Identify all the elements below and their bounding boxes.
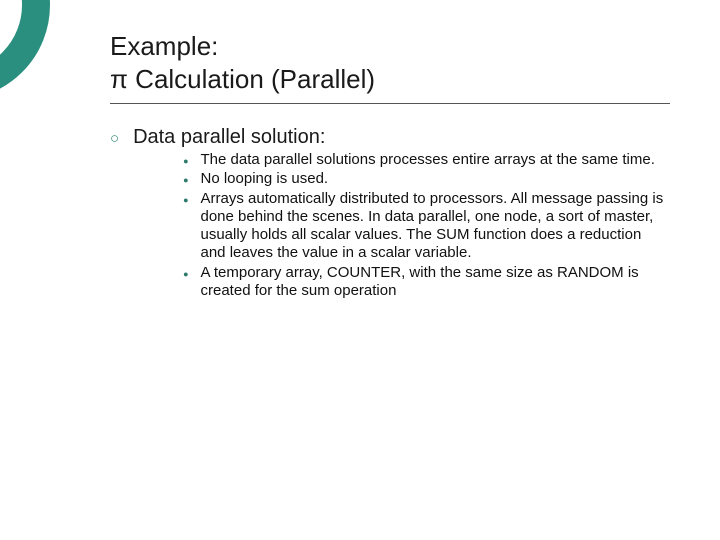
bullet-text: A temporary array, COUNTER, with the sam… <box>201 264 671 301</box>
hollow-circle-icon: ○ <box>110 131 119 146</box>
filled-circle-icon: ● <box>183 176 188 185</box>
level1-content: Data parallel solution: ● The data paral… <box>133 126 670 301</box>
decorative-circle <box>0 0 50 100</box>
title-line-2: π Calculation (Parallel) <box>110 63 670 96</box>
list-item: ● The data parallel solutions processes … <box>183 151 670 169</box>
filled-circle-icon: ● <box>183 196 188 205</box>
bullet-text: No looping is used. <box>201 170 329 188</box>
filled-circle-icon: ● <box>183 270 188 279</box>
list-item: ● Arrays automatically distributed to pr… <box>183 190 670 263</box>
title-block: Example: π Calculation (Parallel) <box>110 30 670 104</box>
body-list: ○ Data parallel solution: ● The data par… <box>110 126 670 301</box>
list-item: ● No looping is used. <box>183 170 670 188</box>
title-line-1: Example: <box>110 30 670 63</box>
list-item: ● A temporary array, COUNTER, with the s… <box>183 264 670 301</box>
bullet-text: The data parallel solutions processes en… <box>201 151 655 169</box>
bullet-text: Arrays automatically distributed to proc… <box>201 190 671 263</box>
filled-circle-icon: ● <box>183 157 188 166</box>
section-heading: Data parallel solution: <box>133 126 670 149</box>
list-item: ○ Data parallel solution: ● The data par… <box>110 126 670 301</box>
slide-content: Example: π Calculation (Parallel) ○ Data… <box>110 30 670 309</box>
sub-list: ● The data parallel solutions processes … <box>183 151 670 300</box>
